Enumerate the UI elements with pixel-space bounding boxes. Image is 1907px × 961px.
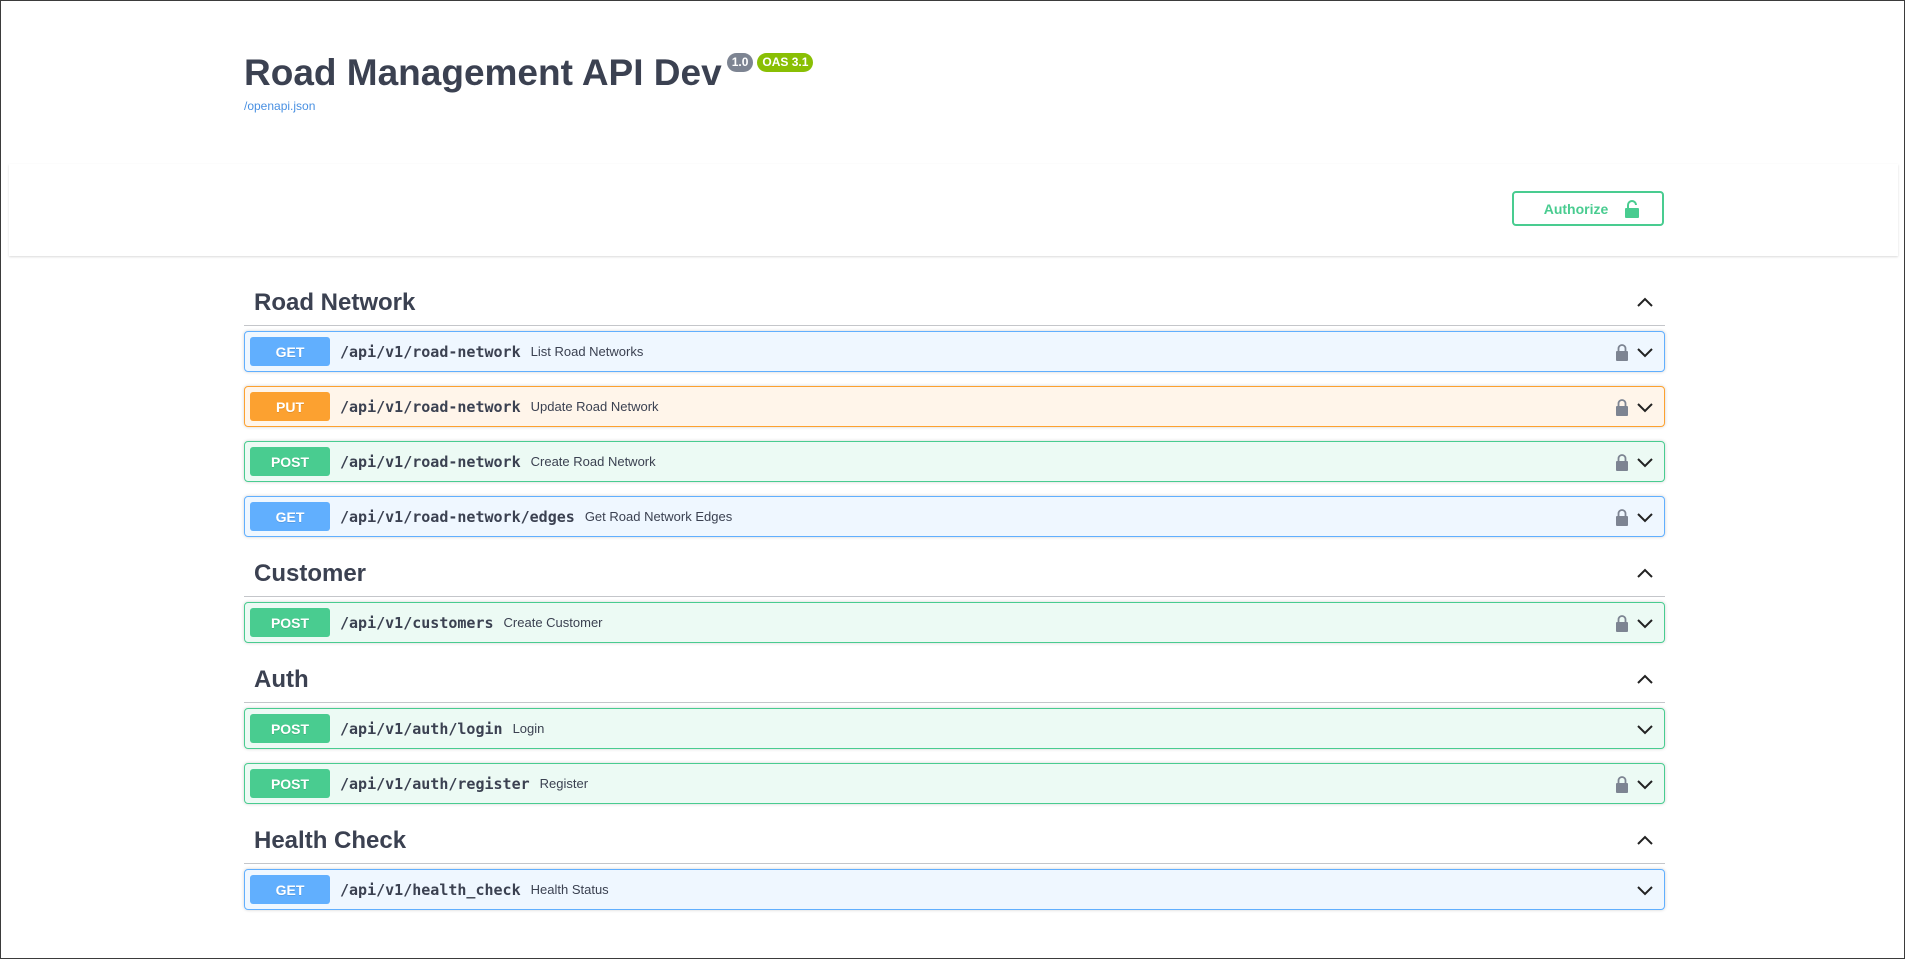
operations-list: Road Network GET/api/v1/road-network List … bbox=[244, 280, 1665, 924]
operation-path: /api/v1/health_check bbox=[340, 880, 521, 899]
openapi-spec-link[interactable]: /openapi.json bbox=[244, 99, 315, 113]
operation-summary: Create Customer bbox=[503, 615, 603, 630]
method-badge: GET bbox=[250, 502, 330, 531]
tag-name: Customer bbox=[254, 559, 367, 587]
method-badge: POST bbox=[250, 769, 330, 798]
operation-path: /api/v1/auth/login bbox=[340, 719, 503, 738]
operation-row[interactable]: GET/api/v1/health_check Health Status bbox=[244, 869, 1665, 910]
operation-path: /api/v1/road-network bbox=[340, 397, 521, 416]
chevron-down-icon[interactable] bbox=[1635, 397, 1655, 417]
method-badge: POST bbox=[250, 608, 330, 637]
tag-name: Health Check bbox=[254, 826, 407, 854]
authorize-button[interactable]: Authorize bbox=[1512, 191, 1664, 226]
chevron-down-icon[interactable] bbox=[1635, 342, 1655, 362]
operation-summary: Update Road Network bbox=[530, 399, 659, 414]
tag-name: Road Network bbox=[254, 288, 416, 316]
tag-header[interactable]: Customer bbox=[244, 551, 1665, 597]
oas-badge: OAS 3.1 bbox=[757, 53, 814, 72]
operation-controls bbox=[1615, 774, 1655, 794]
chevron-down-icon[interactable] bbox=[1635, 719, 1655, 739]
tag-name: Auth bbox=[254, 665, 309, 693]
method-badge: GET bbox=[250, 337, 330, 366]
chevron-down-icon[interactable] bbox=[1635, 774, 1655, 794]
chevron-up-icon[interactable] bbox=[1635, 293, 1655, 313]
operation-controls bbox=[1635, 719, 1655, 739]
tag-section: Auth POST/api/v1/auth/login Login POST/api/… bbox=[244, 657, 1665, 804]
operation-controls bbox=[1635, 880, 1655, 900]
lock-icon[interactable] bbox=[1615, 508, 1629, 526]
info-section: Road Management API Dev 1.0 OAS 3.1 /ope… bbox=[244, 0, 1665, 113]
operation-controls bbox=[1615, 342, 1655, 362]
operation-summary: Get Road Network Edges bbox=[584, 509, 733, 524]
operation-row[interactable]: POST/api/v1/auth/login Login bbox=[244, 708, 1665, 749]
operation-summary: Login bbox=[512, 721, 545, 736]
lock-icon[interactable] bbox=[1615, 398, 1629, 416]
operation-path: /api/v1/customers bbox=[340, 613, 494, 632]
unlock-icon bbox=[1625, 199, 1640, 218]
tag-header[interactable]: Health Check bbox=[244, 818, 1665, 864]
api-title: Road Management API Dev bbox=[244, 52, 722, 93]
operation-controls bbox=[1615, 452, 1655, 472]
tag-section: Customer POST/api/v1/customers Create Cust… bbox=[244, 551, 1665, 643]
tag-header[interactable]: Road Network bbox=[244, 280, 1665, 326]
operation-path: /api/v1/road-network bbox=[340, 342, 521, 361]
operation-path: /api/v1/road-network/edges bbox=[340, 507, 575, 526]
operation-controls bbox=[1615, 613, 1655, 633]
version-badge: 1.0 bbox=[726, 53, 754, 72]
operation-row[interactable]: POST/api/v1/auth/register Register bbox=[244, 763, 1665, 804]
operation-row[interactable]: POST/api/v1/customers Create Customer bbox=[244, 602, 1665, 643]
operation-summary: List Road Networks bbox=[530, 344, 644, 359]
operation-path: /api/v1/road-network bbox=[340, 452, 521, 471]
tag-header[interactable]: Auth bbox=[244, 657, 1665, 703]
operation-row[interactable]: POST/api/v1/road-network Create Road Netw… bbox=[244, 441, 1665, 482]
operation-row[interactable]: GET/api/v1/road-network/edges Get Road Ne… bbox=[244, 496, 1665, 537]
method-badge: POST bbox=[250, 714, 330, 743]
operation-summary: Register bbox=[539, 776, 589, 791]
lock-icon[interactable] bbox=[1615, 343, 1629, 361]
operation-row[interactable]: GET/api/v1/road-network List Road Network… bbox=[244, 331, 1665, 372]
tag-section: Road Network GET/api/v1/road-network List … bbox=[244, 280, 1665, 537]
authorize-label: Authorize bbox=[1543, 200, 1609, 217]
lock-icon[interactable] bbox=[1615, 775, 1629, 793]
operation-row[interactable]: PUT/api/v1/road-network Update Road Netwo… bbox=[244, 386, 1665, 427]
tag-section: Health Check GET/api/v1/health_check Healt… bbox=[244, 818, 1665, 910]
method-badge: POST bbox=[250, 447, 330, 476]
lock-icon[interactable] bbox=[1615, 614, 1629, 632]
method-badge: GET bbox=[250, 875, 330, 904]
chevron-down-icon[interactable] bbox=[1635, 452, 1655, 472]
lock-icon[interactable] bbox=[1615, 453, 1629, 471]
chevron-down-icon[interactable] bbox=[1635, 507, 1655, 527]
chevron-up-icon[interactable] bbox=[1635, 831, 1655, 851]
chevron-up-icon[interactable] bbox=[1635, 670, 1655, 690]
operation-path: /api/v1/auth/register bbox=[340, 774, 530, 793]
chevron-up-icon[interactable] bbox=[1635, 564, 1655, 584]
operation-summary: Create Road Network bbox=[530, 454, 656, 469]
chevron-down-icon[interactable] bbox=[1635, 880, 1655, 900]
operation-summary: Health Status bbox=[530, 882, 609, 897]
operation-controls bbox=[1615, 507, 1655, 527]
chevron-down-icon[interactable] bbox=[1635, 613, 1655, 633]
operation-controls bbox=[1615, 397, 1655, 417]
method-badge: PUT bbox=[250, 392, 330, 421]
